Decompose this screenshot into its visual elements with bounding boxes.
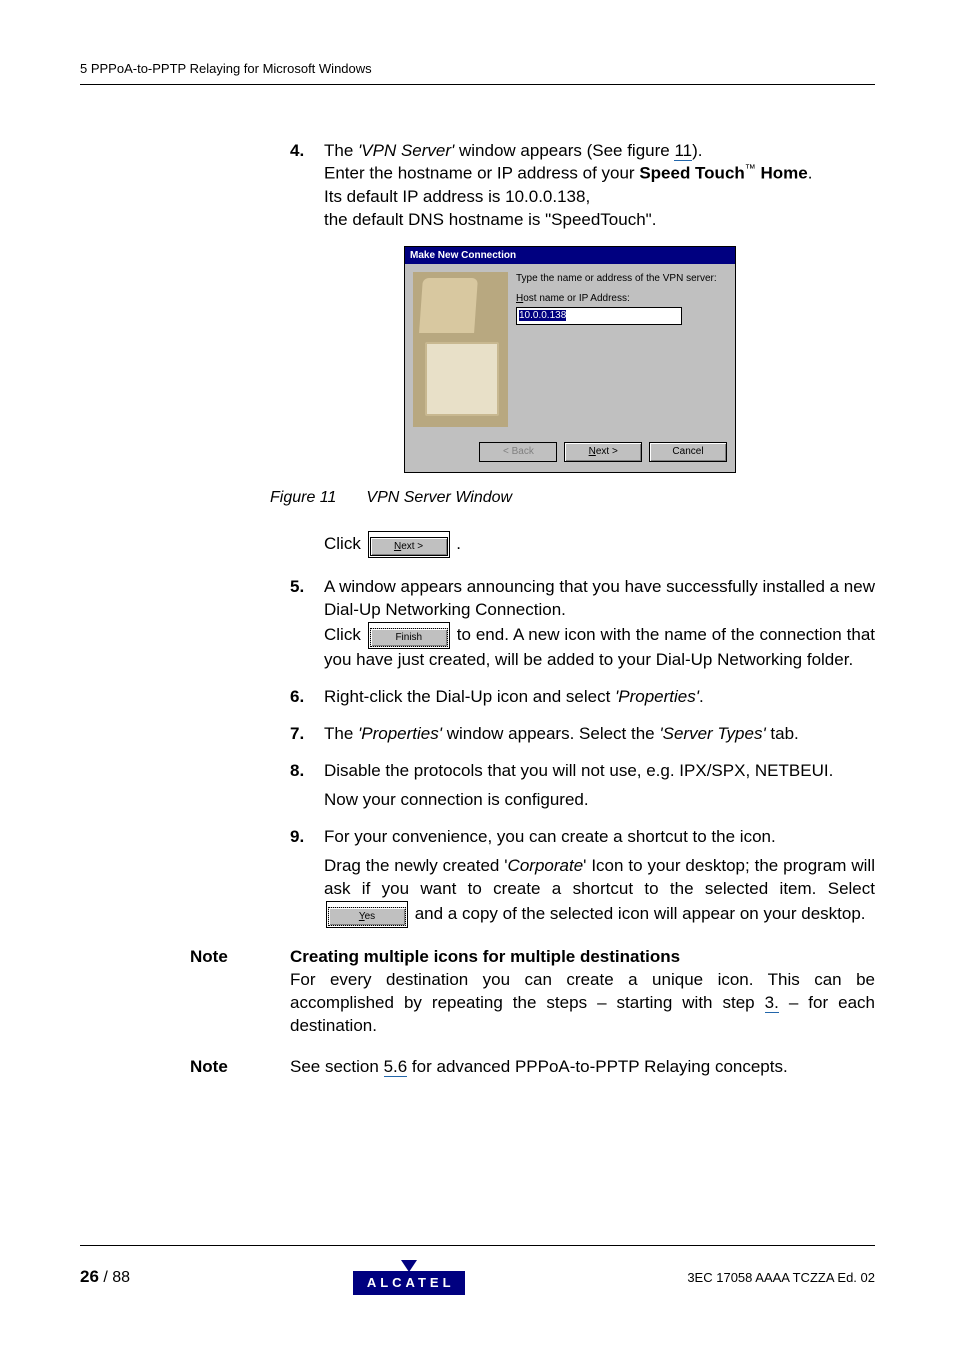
- hostname-label: Host name or IP Address:: [516, 292, 727, 306]
- trademark-icon: ™: [745, 163, 756, 175]
- inline-yes-button: Yes: [326, 901, 408, 929]
- note-advanced-concepts: Note See section 5.6 for advanced PPPoA-…: [80, 1056, 875, 1079]
- page-footer: 26 / 88 ALCATEL 3EC 17058 AAAA TCZZA Ed.…: [80, 1245, 875, 1295]
- inline-next-button: Next >: [368, 531, 450, 559]
- step-number: 7.: [290, 723, 304, 746]
- cancel-button[interactable]: Cancel: [649, 442, 727, 462]
- step-4: 4. The 'VPN Server' window appears (See …: [290, 140, 875, 473]
- step-number: 6.: [290, 686, 304, 709]
- step-number: 8.: [290, 760, 304, 783]
- hostname-input[interactable]: 10.0.0.138: [516, 307, 682, 325]
- vpn-server-dialog: Make New Connection Type the name or add…: [404, 246, 736, 473]
- figure-ref-11[interactable]: 11: [674, 141, 692, 161]
- step-7: 7. The 'Properties' window appears. Sele…: [290, 723, 875, 746]
- section-ref-5-6[interactable]: 5.6: [384, 1057, 408, 1077]
- step-8: 8. Disable the protocols that you will n…: [290, 760, 875, 812]
- dialog-titlebar: Make New Connection: [405, 247, 735, 265]
- dialog-sidebar-image: [413, 272, 508, 427]
- step-5: 5. A window appears announcing that you …: [290, 576, 875, 672]
- step-number: 4.: [290, 140, 304, 163]
- running-header: 5 PPPoA-to-PPTP Relaying for Microsoft W…: [80, 60, 875, 85]
- dialog-hint: Type the name or address of the VPN serv…: [516, 272, 727, 286]
- figure-caption-11: Figure 11VPN Server Window: [270, 487, 875, 509]
- note-label: Note: [190, 946, 290, 1038]
- alcatel-logo: ALCATEL: [353, 1260, 465, 1295]
- step-ref-3[interactable]: 3.: [765, 993, 779, 1013]
- next-button[interactable]: Next >: [564, 442, 642, 462]
- main-content: 4. The 'VPN Server' window appears (See …: [290, 140, 875, 929]
- note-multiple-icons: Note Creating multiple icons for multipl…: [80, 946, 875, 1038]
- step-number: 5.: [290, 576, 304, 599]
- step-6: 6. Right-click the Dial-Up icon and sele…: [290, 686, 875, 709]
- back-button[interactable]: < Back: [479, 442, 557, 462]
- click-next-instruction: Click Next > .: [324, 531, 875, 559]
- inline-finish-button: Finish: [368, 622, 450, 650]
- note-label: Note: [190, 1056, 290, 1079]
- document-id: 3EC 17058 AAAA TCZZA Ed. 02: [687, 1269, 875, 1287]
- step-9: 9. For your convenience, you can create …: [290, 826, 875, 928]
- page-number: 26 / 88: [80, 1266, 130, 1289]
- step-number: 9.: [290, 826, 304, 849]
